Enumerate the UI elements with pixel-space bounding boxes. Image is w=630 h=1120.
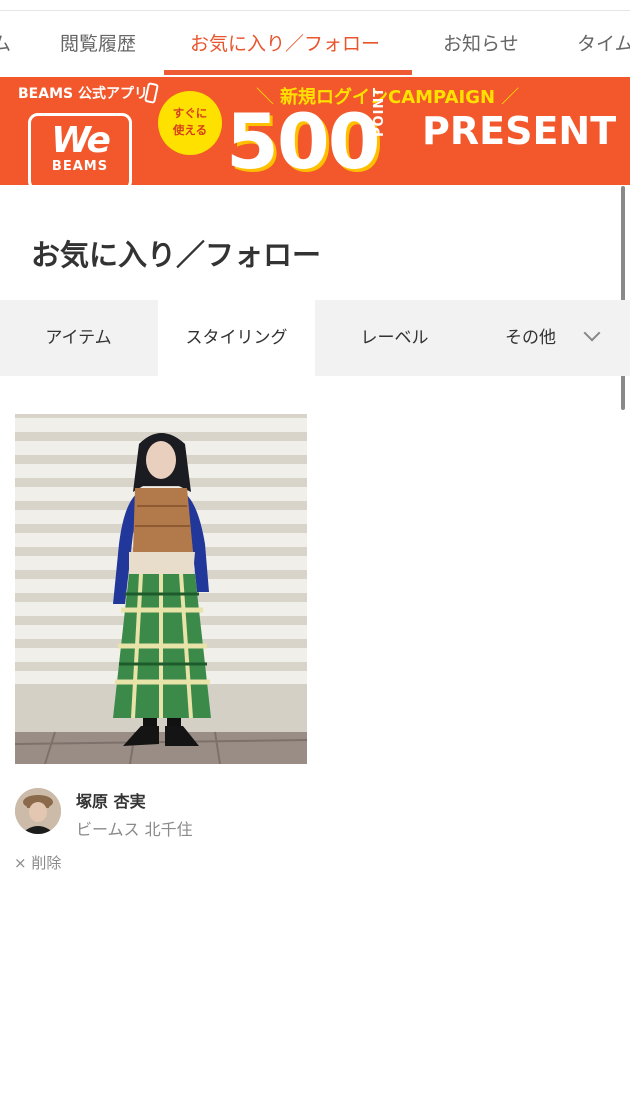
point-word: POINT [372, 86, 387, 137]
banner-app-label: BEAMS 公式アプリ [18, 86, 148, 102]
subtab-label: スタイリング [185, 328, 288, 348]
delete-button[interactable]: × 削除 [14, 852, 61, 873]
staff-name[interactable]: 塚原 杏実 [76, 788, 146, 812]
tab-timeline[interactable]: タイム [577, 11, 630, 77]
tab-notifications[interactable]: お知らせ [443, 11, 519, 77]
tab-partial-left[interactable]: ム [0, 11, 11, 77]
category-tabs: アイテム スタイリング レーベル その他 [0, 300, 630, 376]
styling-photo[interactable] [15, 414, 307, 764]
subtab-label: アイテム [45, 328, 112, 348]
subtab-items[interactable]: アイテム [0, 300, 157, 376]
active-tab-indicator [164, 70, 412, 75]
logo-brand-text: BEAMS [51, 159, 109, 174]
page-title: お気に入り／フォロー [31, 238, 322, 272]
logo-we-text: We [51, 120, 111, 161]
top-tab-nav: ム 閲覧履歴 お気に入り／フォロー お知らせ タイム [0, 11, 630, 77]
subtab-label-brands[interactable]: レーベル [316, 300, 473, 376]
badge-line2: 使える [172, 123, 208, 137]
points-amount: 500 [226, 97, 381, 185]
badge-line1: すぐに [172, 106, 208, 120]
styling-photo-image [15, 414, 307, 764]
avatar[interactable] [15, 788, 61, 834]
staff-shop: ビームス 北千住 [76, 820, 193, 839]
present-text: PRESENT [422, 109, 617, 153]
subtab-label: レーベル [360, 328, 429, 348]
subtab-others[interactable]: その他 [473, 300, 630, 376]
avatar-image [15, 788, 61, 834]
campaign-banner[interactable]: BEAMS 公式アプリ We BEAMS すぐに 使える ＼ 新規ログインCAMP… [0, 77, 630, 185]
subtab-label: その他 [505, 328, 556, 348]
chevron-down-icon [583, 324, 601, 342]
instant-use-badge: すぐに 使える [158, 91, 222, 155]
subtab-styling[interactable]: スタイリング [158, 300, 315, 376]
tab-history[interactable]: 閲覧履歴 [60, 11, 136, 77]
slash-decoration-icon: ／ [501, 87, 520, 108]
scrollbar-thumb[interactable] [621, 186, 625, 410]
tab-favorites[interactable]: お気に入り／フォロー [190, 11, 380, 77]
we-beams-logo: We BEAMS [28, 113, 132, 185]
